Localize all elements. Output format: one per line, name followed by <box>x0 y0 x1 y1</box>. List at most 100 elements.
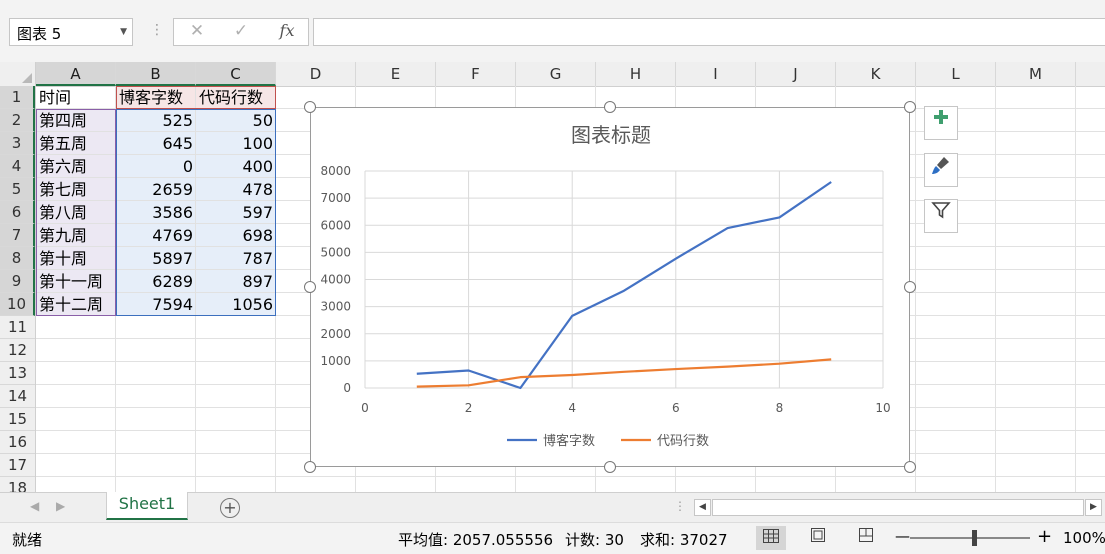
table-cell[interactable]: 0 <box>116 155 196 178</box>
row-header[interactable]: 2 <box>0 109 35 132</box>
header-cell[interactable]: 代码行数 <box>196 86 276 109</box>
table-cell[interactable]: 100 <box>196 132 276 155</box>
table-cell[interactable]: 第四周 <box>36 109 116 132</box>
insert-function-button[interactable]: fx <box>272 21 302 43</box>
status-ready: 就绪 <box>12 531 43 549</box>
add-sheet-button[interactable]: + <box>220 498 240 518</box>
table-cell[interactable]: 第十一周 <box>36 270 116 293</box>
table-cell[interactable]: 897 <box>196 270 276 293</box>
row-header[interactable]: 13 <box>0 362 35 385</box>
cancel-icon[interactable]: ✕ <box>182 21 212 43</box>
row-header[interactable]: 18 <box>0 477 35 492</box>
table-cell[interactable]: 698 <box>196 224 276 247</box>
resize-handle-right[interactable] <box>904 281 916 293</box>
zoom-out-button[interactable]: — <box>895 527 910 545</box>
row-header[interactable]: 15 <box>0 408 35 431</box>
table-cell[interactable]: 第十二周 <box>36 293 116 316</box>
table-cell[interactable]: 第七周 <box>36 178 116 201</box>
table-cell[interactable]: 525 <box>116 109 196 132</box>
table-cell[interactable]: 1056 <box>196 293 276 316</box>
column-header[interactable]: A <box>36 62 116 86</box>
table-cell[interactable]: 4769 <box>116 224 196 247</box>
table-cell[interactable]: 第八周 <box>36 201 116 224</box>
column-header[interactable]: J <box>756 62 836 86</box>
chart-filters-button[interactable] <box>924 199 958 233</box>
column-header[interactable]: K <box>836 62 916 86</box>
page-break-view-button[interactable] <box>851 526 881 550</box>
scroll-right-icon[interactable]: ▶ <box>1085 499 1102 516</box>
row-header[interactable]: 12 <box>0 339 35 362</box>
sheet-tab-sheet1[interactable]: Sheet1 <box>106 492 188 520</box>
column-header[interactable]: F <box>436 62 516 86</box>
column-header[interactable]: H <box>596 62 676 86</box>
table-cell[interactable]: 787 <box>196 247 276 270</box>
zoom-level[interactable]: 100% <box>1063 529 1105 547</box>
row-header[interactable]: 7 <box>0 224 35 247</box>
column-header[interactable]: M <box>996 62 1076 86</box>
chart-styles-button[interactable] <box>924 153 958 187</box>
row-header[interactable]: 10 <box>0 293 35 316</box>
table-cell[interactable]: 3586 <box>116 201 196 224</box>
zoom-slider[interactable] <box>910 537 1030 539</box>
enter-icon[interactable]: ✓ <box>226 21 256 43</box>
chevron-down-icon[interactable]: ▼ <box>120 27 127 37</box>
tab-scroll-left-icon[interactable]: ◀ <box>30 499 39 513</box>
header-cell[interactable]: 时间 <box>36 86 116 109</box>
plus-icon <box>934 110 948 124</box>
row-header[interactable]: 9 <box>0 270 35 293</box>
resize-handle-top-right[interactable] <box>904 101 916 113</box>
table-cell[interactable]: 400 <box>196 155 276 178</box>
column-header[interactable]: E <box>356 62 436 86</box>
scroll-left-icon[interactable]: ◀ <box>694 499 711 516</box>
table-cell[interactable]: 第六周 <box>36 155 116 178</box>
scrollbar-thumb[interactable] <box>712 499 1084 516</box>
row-header[interactable]: 5 <box>0 178 35 201</box>
resize-handle-bottom[interactable] <box>604 461 616 473</box>
tab-scroll-right-icon[interactable]: ▶ <box>56 499 65 513</box>
normal-view-button[interactable] <box>756 526 786 550</box>
table-cell[interactable]: 7594 <box>116 293 196 316</box>
formula-input[interactable] <box>313 18 1105 46</box>
table-cell[interactable]: 6289 <box>116 270 196 293</box>
table-cell[interactable]: 5897 <box>116 247 196 270</box>
line-chart[interactable]: 图表标题 0 1000 2000 3000 4000 5000 6000 7000 8000 0 2 4… <box>310 107 910 467</box>
column-header[interactable]: B <box>116 62 196 86</box>
splitter-icon[interactable]: ⋮ <box>674 499 686 513</box>
resize-handle-bottom-left[interactable] <box>304 461 316 473</box>
row-header[interactable]: 1 <box>0 86 35 109</box>
status-count: 计数: 30 <box>565 531 624 549</box>
row-header[interactable]: 3 <box>0 132 35 155</box>
resize-handle-bottom-right[interactable] <box>904 461 916 473</box>
chart-elements-button[interactable] <box>924 106 958 140</box>
row-header[interactable]: 14 <box>0 385 35 408</box>
zoom-slider-thumb[interactable] <box>972 530 977 546</box>
table-cell[interactable]: 2659 <box>116 178 196 201</box>
zoom-in-button[interactable]: + <box>1037 526 1052 547</box>
column-header[interactable]: C <box>196 62 276 86</box>
name-box[interactable]: 图表 5 ▼ <box>9 18 133 46</box>
select-all-button[interactable] <box>0 62 36 86</box>
horizontal-scrollbar[interactable]: ◀ ▶ <box>694 498 1102 518</box>
resize-handle-top-left[interactable] <box>304 101 316 113</box>
column-header[interactable]: G <box>516 62 596 86</box>
header-cell[interactable]: 博客字数 <box>116 86 196 109</box>
table-cell[interactable]: 597 <box>196 201 276 224</box>
table-cell[interactable]: 第十周 <box>36 247 116 270</box>
table-cell[interactable]: 478 <box>196 178 276 201</box>
page-layout-view-button[interactable] <box>803 526 833 550</box>
row-header[interactable]: 16 <box>0 431 35 454</box>
row-header[interactable]: 6 <box>0 201 35 224</box>
resize-handle-left[interactable] <box>304 281 316 293</box>
resize-handle-top[interactable] <box>604 101 616 113</box>
row-header[interactable]: 8 <box>0 247 35 270</box>
column-header[interactable]: D <box>276 62 356 86</box>
column-header[interactable]: L <box>916 62 996 86</box>
column-header[interactable]: I <box>676 62 756 86</box>
table-cell[interactable]: 第五周 <box>36 132 116 155</box>
row-header[interactable]: 4 <box>0 155 35 178</box>
table-cell[interactable]: 645 <box>116 132 196 155</box>
table-cell[interactable]: 50 <box>196 109 276 132</box>
row-header[interactable]: 11 <box>0 316 35 339</box>
table-cell[interactable]: 第九周 <box>36 224 116 247</box>
row-header[interactable]: 17 <box>0 454 35 477</box>
